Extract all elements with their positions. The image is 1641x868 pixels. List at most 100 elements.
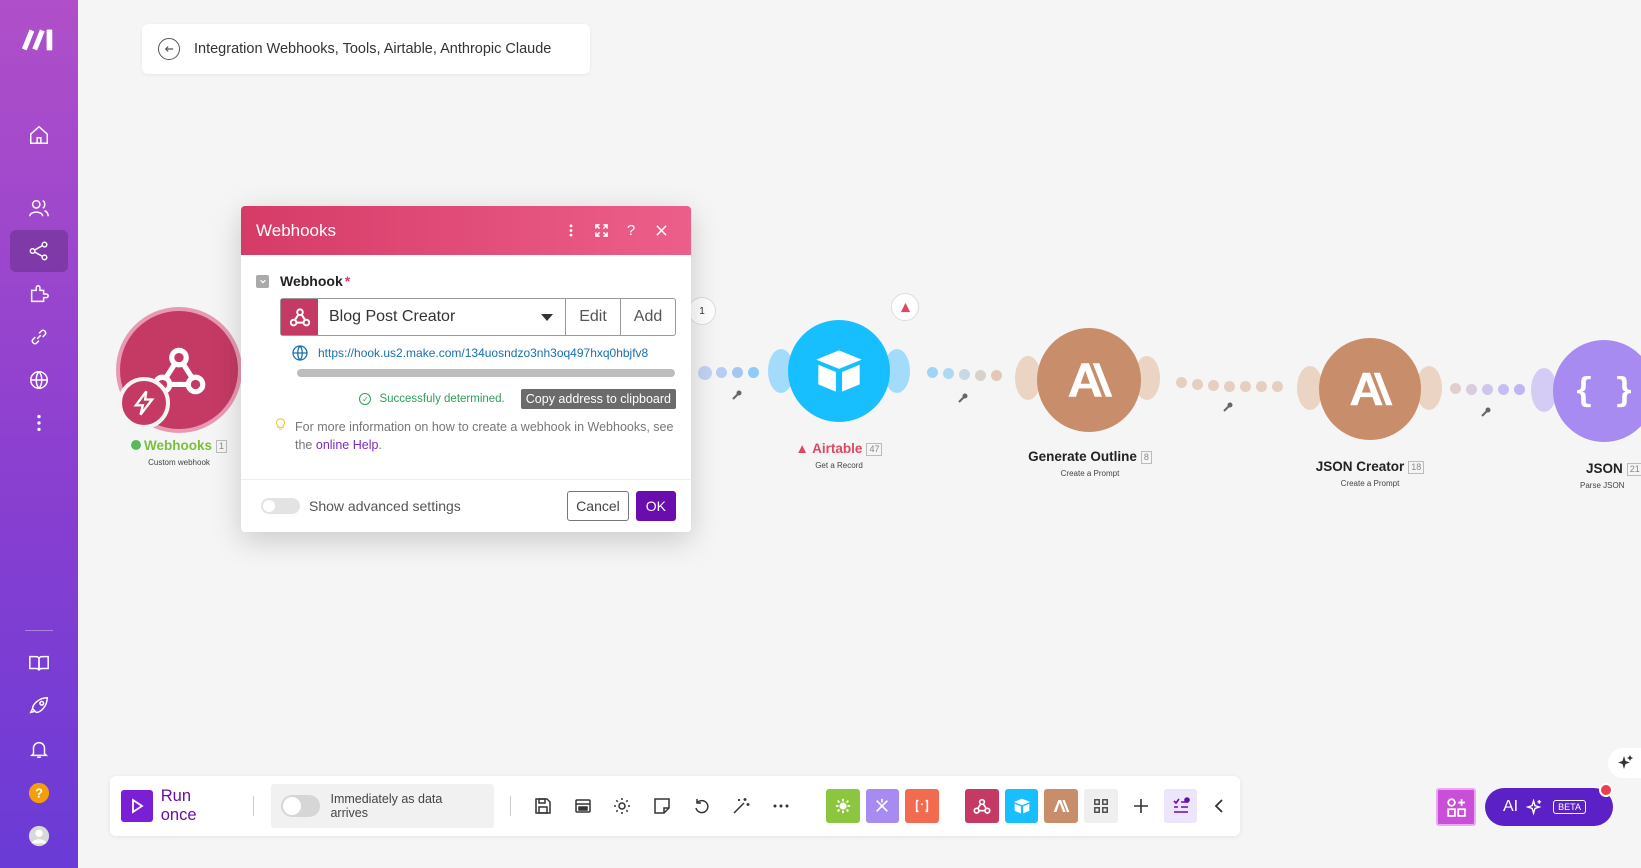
webhook-select[interactable]: Blog Post Creator Edit Add xyxy=(280,298,676,336)
apps-icon[interactable] xyxy=(10,273,68,315)
globe-icon xyxy=(292,345,308,361)
webhook-select-value[interactable]: Blog Post Creator xyxy=(318,299,565,335)
copy-address-button[interactable]: Copy address to clipboard xyxy=(520,389,676,409)
scenario-title[interactable]: Integration Webhooks, Tools, Airtable, A… xyxy=(194,41,551,57)
help-text: For more information on how to create a … xyxy=(275,418,676,454)
connector-dot xyxy=(748,367,759,378)
sidebar: ? xyxy=(0,0,78,868)
ai-assistant-button[interactable]: AI BETA xyxy=(1485,788,1613,826)
json-module-label: JSON 21 xyxy=(1560,461,1641,476)
webhook-url[interactable]: https://hook.us2.make.com/134uosndzo3nh3… xyxy=(318,346,648,360)
module-count: 1 xyxy=(216,439,228,453)
webhooks-dialog: Webhooks ? Webhook * Blog Post Creator E… xyxy=(241,206,691,532)
dialog-footer: Show advanced settings Cancel OK xyxy=(241,479,691,532)
ai-apps-icon[interactable] xyxy=(1436,788,1476,826)
back-arrow-icon[interactable] xyxy=(158,38,180,60)
webhooks-app-icon[interactable] xyxy=(964,789,999,823)
more-options-icon[interactable] xyxy=(761,786,801,826)
chevron-down-icon[interactable] xyxy=(541,314,553,321)
dialog-header: Webhooks ? xyxy=(241,206,691,255)
wrench-icon[interactable] xyxy=(731,389,743,401)
collapse-checkbox[interactable] xyxy=(256,274,269,288)
ai-sparkle-tab-icon[interactable] xyxy=(1608,748,1641,778)
edit-button[interactable]: Edit xyxy=(565,299,620,335)
json-module-sub: Parse JSON xyxy=(1580,481,1625,490)
checklist-icon[interactable] xyxy=(1163,789,1198,823)
save-icon[interactable] xyxy=(523,786,563,826)
more-icon[interactable] xyxy=(10,402,68,444)
toolbar-divider xyxy=(252,796,254,816)
run-once-button[interactable]: Run once xyxy=(121,787,231,825)
webhook-icon xyxy=(281,299,318,335)
airtable-app-icon[interactable] xyxy=(1004,789,1039,823)
team-icon[interactable] xyxy=(10,187,68,229)
webhooks-icon[interactable] xyxy=(10,359,68,401)
play-icon xyxy=(121,790,153,822)
flow-control-icon[interactable] xyxy=(865,789,900,823)
close-icon[interactable] xyxy=(646,221,676,241)
connector-dot xyxy=(698,366,712,380)
connector-dot xyxy=(975,370,986,381)
home-icon[interactable] xyxy=(10,114,68,156)
webhooks-module-sub: Custom webhook xyxy=(148,458,210,467)
connections-icon[interactable] xyxy=(10,316,68,358)
generate-outline-label: Generate Outline 8 xyxy=(1020,449,1160,464)
warning-icon[interactable] xyxy=(891,293,919,321)
notes-icon[interactable] xyxy=(642,786,682,826)
wrench-icon[interactable] xyxy=(1480,406,1492,418)
connector-dot xyxy=(927,367,938,378)
schedule-toggle[interactable] xyxy=(280,795,321,817)
webhooks-module-label: Webhooks 1 xyxy=(120,438,238,453)
online-help-link[interactable]: online Help xyxy=(316,438,379,452)
scheduling-icon[interactable] xyxy=(563,786,603,826)
anthropic-app-icon[interactable] xyxy=(1044,789,1079,823)
rocket-icon[interactable] xyxy=(10,685,68,727)
wrench-icon[interactable] xyxy=(1222,401,1234,413)
breadcrumb: Integration Webhooks, Tools, Airtable, A… xyxy=(142,24,590,74)
grid-apps-icon[interactable] xyxy=(1084,789,1118,823)
generate-outline-sub: Create a Prompt xyxy=(1060,469,1120,478)
status-ok-icon xyxy=(130,440,141,450)
bell-icon[interactable] xyxy=(10,728,68,770)
docs-icon[interactable] xyxy=(10,642,68,684)
sidebar-divider xyxy=(25,630,53,631)
add-button[interactable]: Add xyxy=(620,299,675,335)
beta-badge: BETA xyxy=(1553,800,1586,814)
sparkle-icon xyxy=(1526,798,1542,816)
run-once-label: Run once xyxy=(160,787,197,824)
airtable-module-sub: Get a Record xyxy=(815,461,863,470)
help-question-icon[interactable]: ? xyxy=(616,221,646,241)
tools-module-icon[interactable] xyxy=(825,789,860,823)
logo-icon[interactable] xyxy=(10,18,68,60)
magic-wand-icon[interactable] xyxy=(722,786,762,826)
kebab-menu-icon[interactable] xyxy=(556,221,586,241)
json-module[interactable]: { } xyxy=(1553,340,1641,442)
claude-module-generate-outline[interactable] xyxy=(1037,328,1141,432)
horizontal-scrollbar[interactable] xyxy=(297,369,675,377)
advanced-settings-label[interactable]: Show advanced settings xyxy=(309,498,567,514)
claude-module-json-creator[interactable] xyxy=(1319,338,1421,440)
text-parser-icon[interactable] xyxy=(905,789,940,823)
avatar[interactable] xyxy=(10,815,68,857)
help-icon[interactable]: ? xyxy=(10,772,68,814)
plus-icon[interactable] xyxy=(1121,786,1161,826)
connector-dot xyxy=(1514,384,1525,395)
undo-icon[interactable] xyxy=(682,786,722,826)
ai-label: AI xyxy=(1503,798,1519,815)
connector-dot xyxy=(1240,381,1251,392)
module-count: 18 xyxy=(1408,460,1425,474)
settings-gear-icon[interactable] xyxy=(603,786,643,826)
route-badge[interactable]: 1 xyxy=(688,297,716,325)
module-count: 21 xyxy=(1626,462,1641,476)
module-count: 47 xyxy=(866,442,883,456)
advanced-settings-toggle[interactable] xyxy=(261,498,300,514)
success-status: ✓ Successfuly determined. xyxy=(359,393,505,405)
wrench-icon[interactable] xyxy=(957,392,969,404)
cancel-button[interactable]: Cancel xyxy=(567,491,629,521)
airtable-module[interactable] xyxy=(788,320,890,422)
schedule-setting[interactable]: Immediately as data arrives xyxy=(270,784,495,828)
expand-icon[interactable] xyxy=(586,221,616,241)
scenarios-icon[interactable] xyxy=(10,230,68,272)
ok-button[interactable]: OK xyxy=(635,491,676,521)
collapse-chevron-icon[interactable] xyxy=(1200,786,1240,826)
